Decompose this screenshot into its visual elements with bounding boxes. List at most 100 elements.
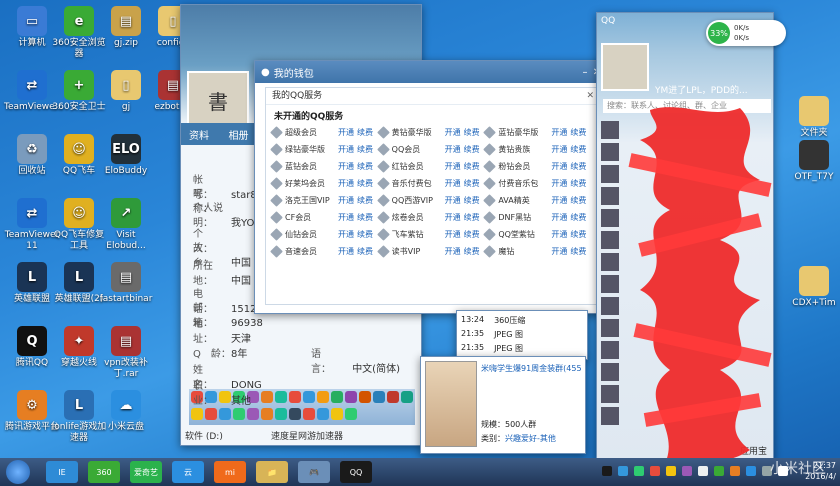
toolbar-app-icon[interactable] xyxy=(191,408,203,420)
desktop-icon[interactable]: ▤ vpn改装补丁.rar xyxy=(98,326,154,380)
desktop-icon[interactable]: ↗ Visit Elobud... xyxy=(98,198,154,252)
group-category-value[interactable]: 兴趣爱好-其他 xyxy=(505,434,556,443)
file-row[interactable]: 21:35 JPEG 图 xyxy=(461,329,523,340)
desktop-icon[interactable]: ☁ 小米云盘 xyxy=(98,390,154,433)
speed-widget[interactable]: 33% 0K/s 0K/s xyxy=(706,20,786,46)
open-link[interactable]: 开通 xyxy=(551,161,567,172)
taskbar-app-button[interactable]: IE xyxy=(46,461,78,483)
toolbar-app-icon[interactable] xyxy=(247,408,259,420)
open-link[interactable]: 开通 xyxy=(551,246,567,257)
renew-link[interactable]: 续费 xyxy=(570,161,586,172)
open-link[interactable]: 开通 xyxy=(445,127,461,138)
open-link[interactable]: 开通 xyxy=(338,212,354,223)
toolbar-app-icon[interactable] xyxy=(261,408,273,420)
explorer-list[interactable]: 13:24 360压缩 21:35 JPEG 图 21:35 JPEG 图 xyxy=(456,310,588,360)
toolbar-app-icon[interactable] xyxy=(233,408,245,420)
open-link[interactable]: 开通 xyxy=(445,178,461,189)
toolbar-app-icon[interactable] xyxy=(373,391,385,403)
tray-icon[interactable] xyxy=(698,466,708,476)
taskbar-app-button[interactable]: mi xyxy=(214,461,246,483)
tray-icon[interactable] xyxy=(602,466,612,476)
tray-icon[interactable] xyxy=(746,466,756,476)
toolbar-app-icon[interactable] xyxy=(317,408,329,420)
renew-link[interactable]: 续费 xyxy=(570,144,586,155)
desktop-icon[interactable]: OTF_T7Y xyxy=(786,140,840,183)
renew-link[interactable]: 续费 xyxy=(357,144,373,155)
renew-link[interactable]: 续费 xyxy=(357,212,373,223)
open-link[interactable]: 开通 xyxy=(338,178,354,189)
file-row[interactable]: 21:35 JPEG 图 xyxy=(461,343,523,354)
start-button[interactable] xyxy=(6,460,30,484)
toolbar-app-icon[interactable] xyxy=(219,408,231,420)
desktop-icon[interactable]: CDX+Tim xyxy=(786,266,840,309)
open-link[interactable]: 开通 xyxy=(551,229,567,240)
taskbar-app-button[interactable]: 360 xyxy=(88,461,120,483)
taskbar-app-button[interactable]: 云 xyxy=(172,461,204,483)
renew-link[interactable]: 续费 xyxy=(357,246,373,257)
drive-item[interactable]: 软件 (D:) xyxy=(185,429,223,442)
renew-link[interactable]: 续费 xyxy=(357,161,373,172)
open-link[interactable]: 开通 xyxy=(445,144,461,155)
renew-link[interactable]: 续费 xyxy=(464,246,480,257)
renew-link[interactable]: 续费 xyxy=(570,212,586,223)
minimize-icon[interactable]: – xyxy=(579,67,591,78)
tray-icon[interactable] xyxy=(618,466,628,476)
renew-link[interactable]: 续费 xyxy=(357,195,373,206)
tray-icon[interactable] xyxy=(634,466,644,476)
toolbar-app-icon[interactable] xyxy=(261,391,273,403)
open-link[interactable]: 开通 xyxy=(338,246,354,257)
file-row[interactable]: 13:24 360压缩 xyxy=(461,315,525,326)
desktop-icon[interactable]: ▤ fastartbinar xyxy=(98,262,154,305)
open-link[interactable]: 开通 xyxy=(445,212,461,223)
open-link[interactable]: 开通 xyxy=(445,161,461,172)
open-link[interactable]: 开通 xyxy=(551,195,567,206)
tray-icon[interactable] xyxy=(650,466,660,476)
toolbar-app-icon[interactable] xyxy=(205,408,217,420)
toolbar-app-icon[interactable] xyxy=(331,391,343,403)
renew-link[interactable]: 续费 xyxy=(464,212,480,223)
toolbar-app-icon[interactable] xyxy=(331,408,343,420)
open-link[interactable]: 开通 xyxy=(338,144,354,155)
renew-link[interactable]: 续费 xyxy=(570,229,586,240)
open-link[interactable]: 开通 xyxy=(551,178,567,189)
renew-link[interactable]: 续费 xyxy=(464,229,480,240)
taskbar-app-button[interactable]: 爱奇艺 xyxy=(130,461,162,483)
taskbar-app-button[interactable]: 📁 xyxy=(256,461,288,483)
profile-avatar[interactable]: 書 xyxy=(187,71,249,129)
toolbar-app-icon[interactable] xyxy=(387,391,399,403)
renew-link[interactable]: 续费 xyxy=(570,127,586,138)
toolbar-app-icon[interactable] xyxy=(401,391,413,403)
renew-link[interactable]: 续费 xyxy=(464,127,480,138)
toolbar-app-icon[interactable] xyxy=(303,391,315,403)
open-link[interactable]: 开通 xyxy=(551,127,567,138)
open-link[interactable]: 开通 xyxy=(551,212,567,223)
open-link[interactable]: 开通 xyxy=(338,127,354,138)
toolbar-app-icon[interactable] xyxy=(289,391,301,403)
taskbar-app-button[interactable]: 🎮 xyxy=(298,461,330,483)
renew-link[interactable]: 续费 xyxy=(357,178,373,189)
open-link[interactable]: 开通 xyxy=(445,195,461,206)
tab-album[interactable]: 相册 xyxy=(221,123,257,146)
group-title[interactable]: 米嗨学生爆91周金装群(4555... xyxy=(481,363,581,374)
open-link[interactable]: 开通 xyxy=(338,229,354,240)
renew-link[interactable]: 续费 xyxy=(570,195,586,206)
qq-avatar[interactable] xyxy=(601,43,649,91)
toolbar-app-icon[interactable] xyxy=(289,408,301,420)
renew-link[interactable]: 续费 xyxy=(570,246,586,257)
open-link[interactable]: 开通 xyxy=(338,195,354,206)
toolbar-app-icon[interactable] xyxy=(303,408,315,420)
group-popup[interactable]: 米嗨学生爆91周金装群(4555... 规模：500人群 类别：兴趣爱好-其他 xyxy=(420,356,586,454)
renew-link[interactable]: 续费 xyxy=(464,144,480,155)
toolbar-app-icon[interactable] xyxy=(275,408,287,420)
toolbar-app-icon[interactable] xyxy=(317,391,329,403)
desktop-icon[interactable]: 文件夹 xyxy=(786,96,840,139)
tray-icon[interactable] xyxy=(682,466,692,476)
desktop-icon[interactable]: ELO EloBuddy xyxy=(98,134,154,177)
renew-link[interactable]: 续费 xyxy=(570,178,586,189)
open-link[interactable]: 开通 xyxy=(445,246,461,257)
renew-link[interactable]: 续费 xyxy=(464,178,480,189)
tab-info[interactable]: 资料 xyxy=(181,123,217,146)
toolbar-app-icon[interactable] xyxy=(275,391,287,403)
open-link[interactable]: 开通 xyxy=(338,161,354,172)
renew-link[interactable]: 续费 xyxy=(464,195,480,206)
